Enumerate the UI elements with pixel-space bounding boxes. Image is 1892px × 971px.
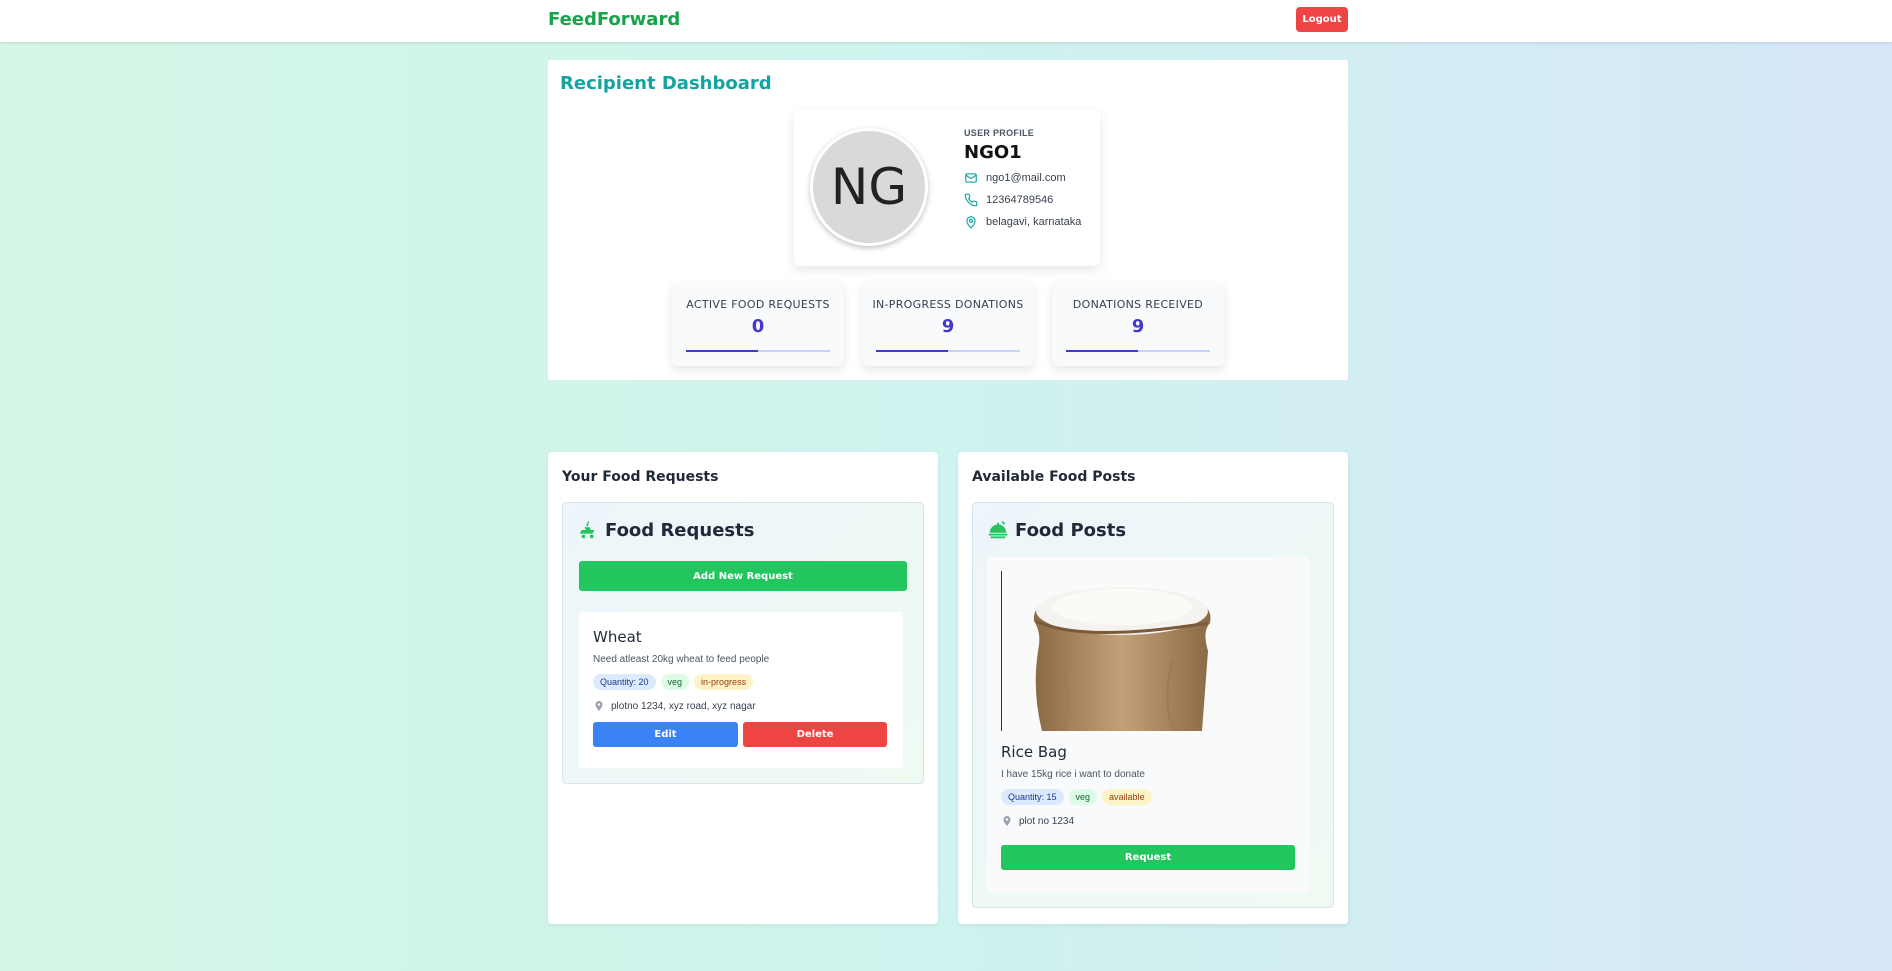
post-location: plot no 1234 [1001, 815, 1297, 827]
delete-button[interactable]: Delete [743, 722, 887, 747]
brand-logo[interactable]: FeedForward [548, 9, 680, 30]
status-badge: available [1102, 789, 1152, 805]
stat-value: 0 [751, 316, 765, 337]
posts-panel-title: Available Food Posts [972, 469, 1136, 485]
email-row: ngo1@mail.com [964, 171, 1081, 185]
requests-inner: Food Requests Add New Request Wheat Need… [562, 502, 924, 784]
mail-icon [965, 173, 977, 183]
profile-info: USER PROFILE NGO1 ngo1@mail.com 12364789… [964, 128, 1081, 229]
stat-progress-fill [1066, 350, 1138, 352]
rice-bag-image [1001, 571, 1241, 732]
status-badge: in-progress [694, 674, 754, 690]
stat-label: IN-PROGRESS DONATIONS [872, 298, 1024, 311]
phone-row: 12364789546 [964, 193, 1081, 207]
page-title: Recipient Dashboard [560, 73, 772, 94]
post-location-text: plot no 1234 [1019, 815, 1075, 827]
posts-panel: Available Food Posts Food Posts Rice Bag… [958, 452, 1348, 924]
stat-in-progress-donations: IN-PROGRESS DONATIONS 9 [862, 282, 1034, 366]
navbar: FeedForward Logout [0, 0, 1892, 42]
location-row: belagavi, karnataka [964, 215, 1081, 229]
stat-progress-bar [686, 350, 830, 352]
profile-email: ngo1@mail.com [986, 172, 1066, 184]
post-description: I have 15kg rice i want to donate [1001, 769, 1145, 780]
stat-value: 9 [1131, 316, 1145, 337]
post-title: Rice Bag [1001, 743, 1067, 761]
map-pin-icon [966, 216, 976, 229]
post-card-body: Rice Bag I have 15kg rice i want to dona… [1001, 743, 1297, 870]
request-button[interactable]: Request [1001, 845, 1295, 870]
quantity-badge: Quantity: 15 [1001, 789, 1064, 805]
request-card-body: Wheat Need atleast 20kg wheat to feed pe… [593, 628, 889, 747]
quantity-badge: Quantity: 20 [593, 674, 656, 690]
profile-card: NG USER PROFILE NGO1 ngo1@mail.com 12364… [794, 110, 1100, 266]
stat-progress-fill [686, 350, 758, 352]
stat-active-requests: ACTIVE FOOD REQUESTS 0 [672, 282, 844, 366]
food-delivery-icon [579, 520, 595, 539]
stat-progress-fill [876, 350, 948, 352]
stat-label: ACTIVE FOOD REQUESTS [686, 298, 830, 311]
map-pin-icon [595, 701, 603, 711]
profile-name: NGO1 [964, 142, 1022, 163]
post-card: Rice Bag I have 15kg rice i want to dona… [987, 557, 1309, 893]
stat-donations-received: DONATIONS RECEIVED 9 [1052, 282, 1224, 366]
profile-phone: 12364789546 [986, 194, 1054, 206]
logout-button[interactable]: Logout [1296, 7, 1348, 32]
post-tags: Quantity: 15 veg available [1001, 789, 1297, 805]
add-request-button[interactable]: Add New Request [579, 561, 907, 591]
avatar: NG [810, 128, 928, 246]
requests-panel-title: Your Food Requests [562, 469, 719, 485]
phone-icon [964, 193, 978, 207]
edit-button[interactable]: Edit [593, 722, 738, 747]
request-tags: Quantity: 20 veg in-progress [593, 674, 889, 690]
request-card: Wheat Need atleast 20kg wheat to feed pe… [579, 612, 903, 768]
dashboard-panel: Recipient Dashboard NG USER PROFILE NGO1… [548, 60, 1348, 380]
requests-heading-label: Food Requests [605, 519, 755, 541]
profile-location: belagavi, karnataka [986, 216, 1082, 228]
request-title: Wheat [593, 628, 642, 646]
profile-label: USER PROFILE [964, 128, 1035, 138]
type-badge: veg [1068, 789, 1098, 805]
requests-panel: Your Food Requests Food Requests Add New… [548, 452, 938, 924]
food-tray-icon [988, 520, 1008, 539]
type-badge: veg [660, 674, 690, 690]
posts-inner: Food Posts Rice Bag I have 15kg rice i w… [972, 502, 1334, 908]
stat-value: 9 [941, 316, 955, 337]
request-location: plotno 1234, xyz road, xyz nagar [593, 700, 889, 712]
rice-bag-illustration [1033, 587, 1211, 732]
posts-heading-label: Food Posts [1015, 519, 1127, 541]
stat-progress-bar [876, 350, 1020, 352]
request-actions: Edit Delete [593, 722, 889, 747]
map-pin-icon [1003, 816, 1011, 826]
request-description: Need atleast 20kg wheat to feed people [593, 654, 770, 665]
requests-heading: Food Requests [577, 519, 754, 541]
posts-heading: Food Posts [987, 519, 1126, 541]
stat-progress-bar [1066, 350, 1210, 352]
stat-label: DONATIONS RECEIVED [1072, 298, 1204, 311]
request-location-text: plotno 1234, xyz road, xyz nagar [611, 700, 756, 712]
